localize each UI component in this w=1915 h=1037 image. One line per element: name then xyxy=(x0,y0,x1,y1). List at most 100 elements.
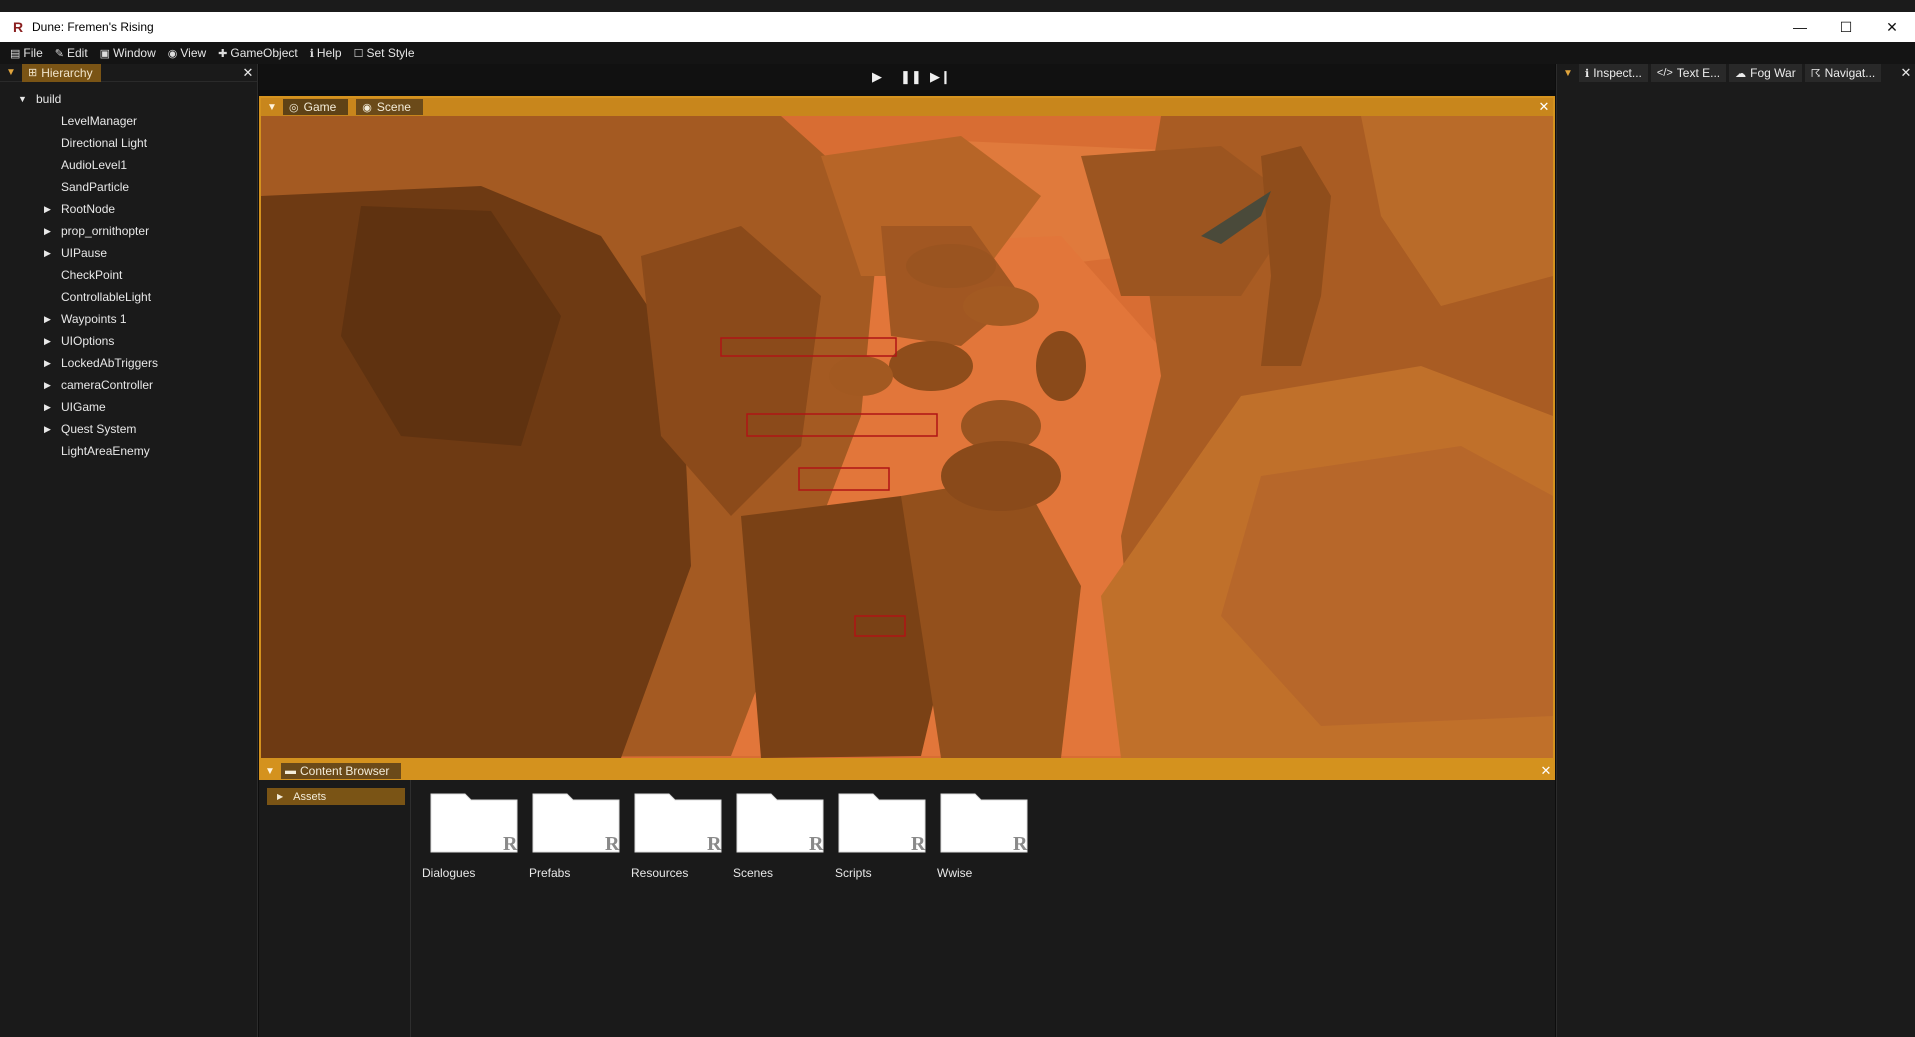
tree-item[interactable]: LightAreaEnemy xyxy=(0,440,257,462)
folder-grid: R Dialogues R Prefabs R Resources R Scenes R Scri… xyxy=(422,790,1039,880)
panel-collapse-icon[interactable]: ▼ xyxy=(0,64,22,82)
tab-game[interactable]: ◎ Game xyxy=(283,99,349,115)
tab-game-label: Game xyxy=(303,100,337,114)
tree-item-label: LightAreaEnemy xyxy=(61,444,150,458)
expand-arrow-icon[interactable]: ▶ xyxy=(44,226,56,237)
eye-icon: ◉ xyxy=(167,47,178,60)
expand-arrow-icon[interactable]: ▶ xyxy=(44,248,56,259)
folder-icon: R xyxy=(430,793,518,855)
menu-view-label: View xyxy=(180,46,207,60)
tree-item[interactable]: ControllableLight xyxy=(0,286,257,308)
menu-view[interactable]: ◉ View xyxy=(168,46,206,60)
tree-item[interactable]: ▶ cameraController xyxy=(0,374,257,396)
tree-item[interactable]: AudioLevel1 xyxy=(0,154,257,176)
expand-arrow-icon[interactable]: ▼ xyxy=(18,94,30,104)
content-browser-header: ▼ ▬ Content Browser ✕ xyxy=(259,762,1555,780)
expand-arrow-icon[interactable]: ▶ xyxy=(44,402,56,413)
tree-item-label: LockedAbTriggers xyxy=(61,356,158,370)
tab-navigation[interactable]: ☈ Navigat... xyxy=(1804,64,1882,82)
inspector-panel: ▼ ℹ Inspect... </> Text E... ☁ Fog War ☈ Nav… xyxy=(1556,64,1915,1037)
folder-label: Dialogues xyxy=(422,866,476,880)
code-icon: </> xyxy=(1656,67,1673,79)
menu-help-label: Help xyxy=(316,46,342,60)
expand-arrow-icon[interactable]: ▶ xyxy=(44,336,56,347)
folder-item[interactable]: R Prefabs xyxy=(529,790,631,880)
maximize-button[interactable]: ☐ xyxy=(1823,12,1869,42)
pause-icon[interactable]: ❚❚ xyxy=(900,69,922,85)
tab-text-editor[interactable]: </> Text E... xyxy=(1650,64,1727,82)
folder-item[interactable]: R Wwise xyxy=(937,790,1039,880)
tree-item[interactable]: ▶ prop_ornithopter xyxy=(0,220,257,242)
folder-item[interactable]: R Scripts xyxy=(835,790,937,880)
step-icon[interactable]: ▶❙ xyxy=(930,69,951,85)
tree-item[interactable]: Directional Light xyxy=(0,132,257,154)
folder-item[interactable]: R Scenes xyxy=(733,790,835,880)
tree-item[interactable]: SandParticle xyxy=(0,176,257,198)
menu-gameobject-label: GameObject xyxy=(230,46,298,60)
tab-navigation-label: Navigat... xyxy=(1824,66,1876,80)
folder-item[interactable]: R Resources xyxy=(631,790,733,880)
expand-arrow-icon[interactable]: ▶ xyxy=(44,314,56,325)
expand-arrow-icon[interactable]: ▶ xyxy=(277,792,283,801)
menu-help[interactable]: ℹ Help xyxy=(310,46,342,60)
tab-fog-war-label: Fog War xyxy=(1750,66,1796,80)
menu-file[interactable]: ▤ File xyxy=(10,46,43,60)
menu-set-style[interactable]: ☐ Set Style xyxy=(354,46,415,60)
content-browser-body: ▶ Assets R Dialogues R Prefabs R Resources R Sc… xyxy=(259,780,1555,1037)
folder-icon: ▬ xyxy=(285,765,296,777)
expand-arrow-icon[interactable]: ▶ xyxy=(44,380,56,391)
close-icon[interactable]: ✕ xyxy=(1535,99,1553,115)
folder-label: Prefabs xyxy=(529,866,571,880)
folder-item[interactable]: R Dialogues xyxy=(422,790,529,880)
game-view[interactable] xyxy=(261,116,1553,758)
close-icon[interactable]: ✕ xyxy=(1537,763,1555,779)
expand-arrow-icon[interactable]: ▶ xyxy=(44,424,56,435)
eye-icon: ◉ xyxy=(362,101,372,114)
tree-item-label: LevelManager xyxy=(61,114,138,128)
tab-content-browser-label: Content Browser xyxy=(300,764,390,778)
folder-icon: R xyxy=(940,793,1028,855)
folder-label: Wwise xyxy=(937,866,973,880)
tab-fog-war[interactable]: ☁ Fog War xyxy=(1729,64,1802,82)
tab-content-browser[interactable]: ▬ Content Browser xyxy=(281,763,402,779)
info-icon: ℹ xyxy=(309,47,314,60)
panel-collapse-icon[interactable]: ▼ xyxy=(259,762,281,780)
tree-item[interactable]: LevelManager xyxy=(0,110,257,132)
tree-item[interactable]: CheckPoint xyxy=(0,264,257,286)
close-icon[interactable]: ✕ xyxy=(239,65,257,81)
menu-edit[interactable]: ✎ Edit xyxy=(55,46,88,60)
tree-item[interactable]: ▶ Quest System xyxy=(0,418,257,440)
menu-window[interactable]: ▣ Window xyxy=(100,46,156,60)
play-icon[interactable]: ▶ xyxy=(870,69,884,85)
menu-file-label: File xyxy=(23,46,43,60)
tree-item[interactable]: ▶ Waypoints 1 xyxy=(0,308,257,330)
close-icon[interactable]: ✕ xyxy=(1897,65,1915,81)
close-button[interactable]: ✕ xyxy=(1869,12,1915,42)
svg-text:R: R xyxy=(1013,833,1028,855)
tree-item[interactable]: ▶ LockedAbTriggers xyxy=(0,352,257,374)
panel-collapse-icon[interactable]: ▼ xyxy=(261,98,283,116)
tab-scene[interactable]: ◉ Scene xyxy=(356,99,423,115)
tab-text-editor-label: Text E... xyxy=(1676,66,1721,80)
tree-item[interactable]: ▶ UIPause xyxy=(0,242,257,264)
expand-arrow-icon[interactable]: ▶ xyxy=(44,204,56,215)
tree-item-assets[interactable]: ▶ Assets xyxy=(267,788,405,805)
tab-inspector[interactable]: ℹ Inspect... xyxy=(1579,64,1648,82)
tree-item[interactable]: ▶ UIOptions xyxy=(0,330,257,352)
menu-gameobject[interactable]: ✚ GameObject xyxy=(218,46,298,60)
tree-root-build[interactable]: ▼ build xyxy=(0,88,257,110)
tree-item-label: build xyxy=(36,92,62,106)
minimize-button[interactable]: — xyxy=(1777,12,1823,42)
panel-collapse-icon[interactable]: ▼ xyxy=(1557,64,1579,82)
svg-text:R: R xyxy=(503,833,518,855)
tree-item[interactable]: ▶ RootNode xyxy=(0,198,257,220)
svg-text:R: R xyxy=(809,833,824,855)
tree-item-label: AudioLevel1 xyxy=(61,158,128,172)
gamepad-icon: ◎ xyxy=(289,101,299,114)
square-icon: ☐ xyxy=(353,47,364,60)
expand-arrow-icon[interactable]: ▶ xyxy=(44,358,56,369)
tree-item-label: prop_ornithopter xyxy=(61,224,150,238)
tree-item[interactable]: ▶ UIGame xyxy=(0,396,257,418)
tree-item-label: SandParticle xyxy=(61,180,130,194)
tab-hierarchy[interactable]: ⊞ Hierarchy xyxy=(22,63,101,82)
